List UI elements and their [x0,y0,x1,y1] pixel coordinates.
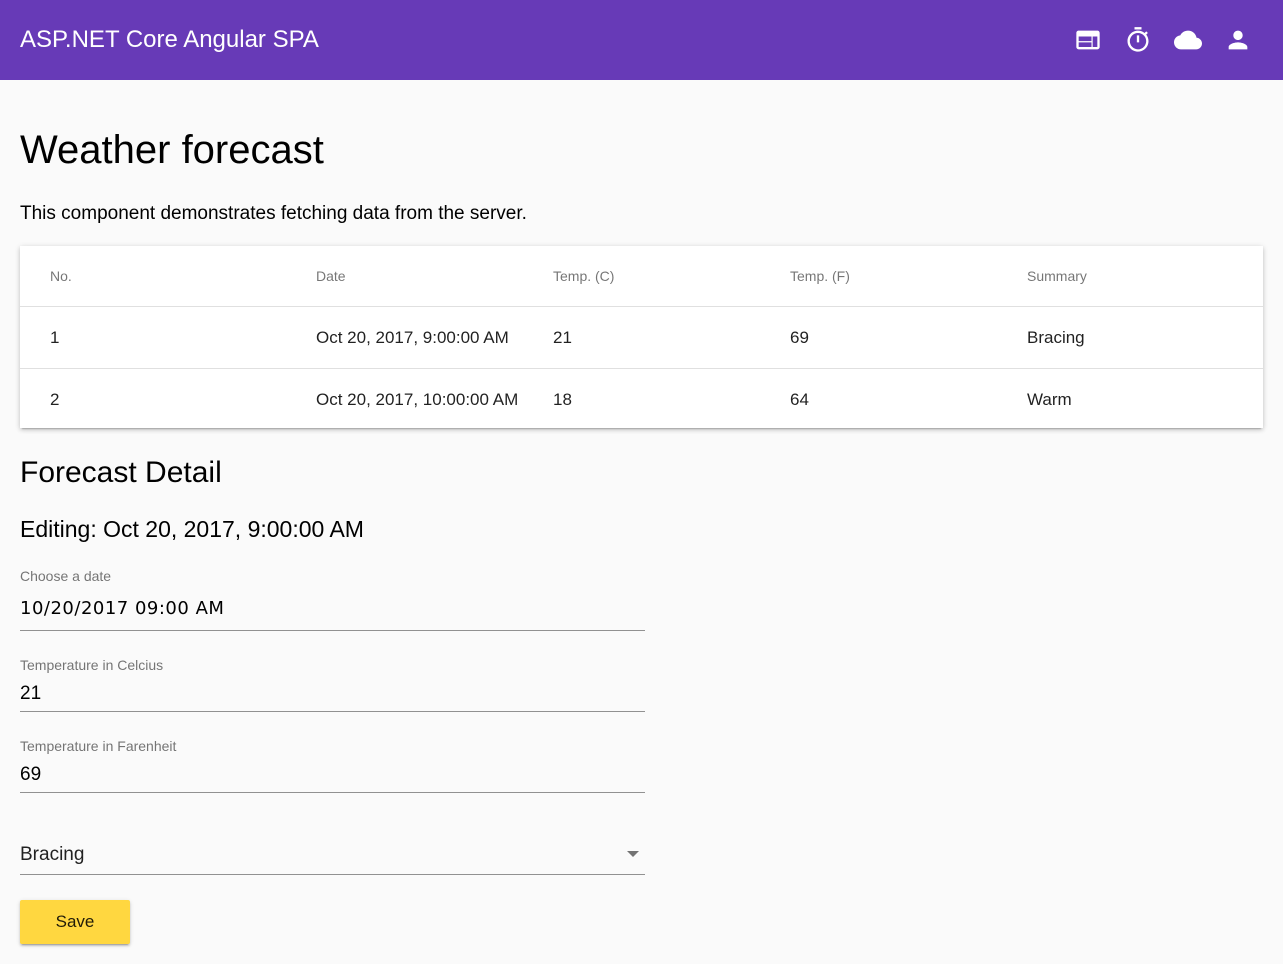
column-header-date[interactable]: Date [316,246,553,307]
save-button[interactable]: Save [20,900,130,944]
column-header-summary[interactable]: Summary [1027,246,1263,307]
forecast-table: No. Date Temp. (C) Temp. (F) Summary 1 O… [20,246,1263,430]
page-title: Weather forecast [20,128,324,172]
farenheit-field-label: Temperature in Farenheit [20,738,177,754]
date-field: Choose a date [20,566,645,631]
cell-no: 1 [20,306,316,369]
celcius-input[interactable] [20,682,645,706]
editing-heading: Editing: Oct 20, 2017, 9:00:00 AM [20,516,364,542]
table-header-row: No. Date Temp. (C) Temp. (F) Summary [20,246,1263,307]
column-header-temp-f[interactable]: Temp. (F) [790,246,1027,307]
forecast-table-card: No. Date Temp. (C) Temp. (F) Summary 1 O… [20,246,1263,428]
summary-select-value: Bracing [20,844,85,865]
table-row[interactable]: 1 Oct 20, 2017, 9:00:00 AM 21 69 Bracing [20,306,1263,369]
cell-temp-f: 69 [790,306,1027,369]
column-header-no[interactable]: No. [20,246,316,307]
cell-temp-f: 64 [790,389,809,409]
cell-summary: Bracing [1027,306,1263,369]
date-field-label: Choose a date [20,568,112,584]
celcius-field: Temperature in Celcius [20,655,645,712]
cell-no: 2 [50,389,60,409]
summary-select[interactable]: Bracing [20,832,645,875]
dropdown-arrow-icon[interactable] [627,851,639,857]
cell-temp-c: 21 [553,306,790,369]
column-header-temp-c[interactable]: Temp. (C) [553,246,790,307]
web-icon[interactable] [1074,26,1102,54]
cloud-icon[interactable] [1174,26,1202,54]
cell-date: Oct 20, 2017, 10:00:00 AM [316,389,519,409]
cell-summary: Warm [1027,389,1072,409]
farenheit-input[interactable] [20,763,645,787]
app-title[interactable]: ASP.NET Core Angular SPA [20,26,319,54]
person-icon[interactable] [1224,26,1252,54]
farenheit-field: Temperature in Farenheit [20,736,645,793]
date-input[interactable] [20,596,645,620]
timer-icon[interactable] [1124,26,1152,54]
cell-temp-c: 18 [553,389,572,409]
page-intro: This component demonstrates fetching dat… [20,203,527,224]
cell-date: Oct 20, 2017, 9:00:00 AM [316,306,553,369]
table-row[interactable]: 2 Oct 20, 2017, 10:00:00 AM 18 64 Warm [20,369,1263,431]
app-toolbar: ASP.NET Core Angular SPA [0,0,1283,80]
celcius-field-label: Temperature in Celcius [20,657,164,673]
detail-title: Forecast Detail [20,456,222,489]
